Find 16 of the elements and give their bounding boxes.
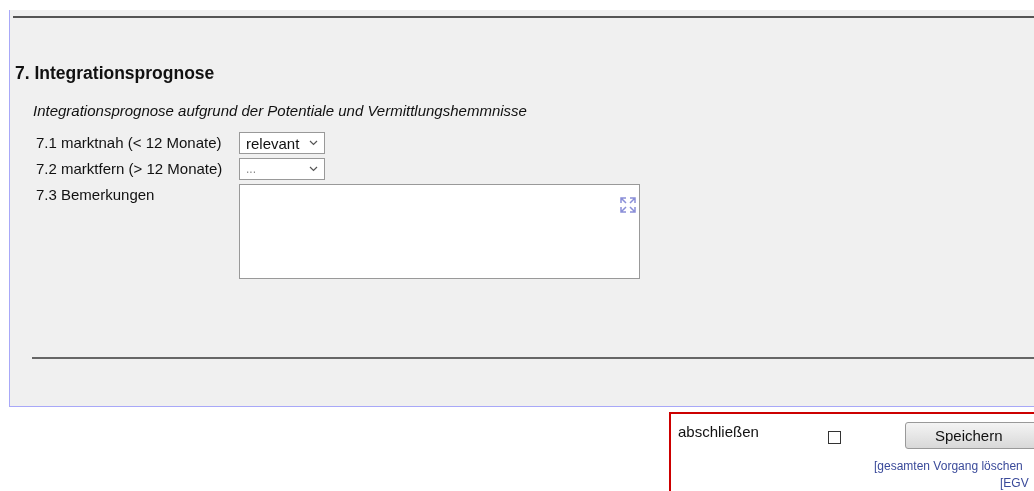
field-label: 7.1 marktnah (< 12 Monate): [36, 133, 223, 153]
close-label: abschließen: [678, 422, 760, 442]
action-link[interactable]: [EGV: [1000, 475, 1029, 491]
field-label: 7.3 Bemerkungen: [36, 185, 156, 205]
caret-icon: [309, 140, 318, 146]
action-link[interactable]: [gesamten Vorgang löschen: [874, 458, 1023, 475]
select-field[interactable]: relevant: [239, 132, 325, 154]
select-field[interactable]: ...: [239, 158, 325, 180]
expand-icon[interactable]: [620, 197, 636, 213]
remarks-textarea[interactable]: [239, 184, 640, 279]
field-label: 7.2 marktfern (> 12 Monate): [36, 159, 224, 179]
section-heading: 7. Integrationsprognose: [15, 62, 216, 84]
save-button[interactable]: Speichern: [905, 422, 1034, 449]
caret-icon: [309, 166, 318, 172]
section-subtitle: Integrationsprognose aufgrund der Potentiale und Vermittlungshemmnisse: [33, 102, 528, 120]
close-checkbox[interactable]: [828, 431, 841, 444]
